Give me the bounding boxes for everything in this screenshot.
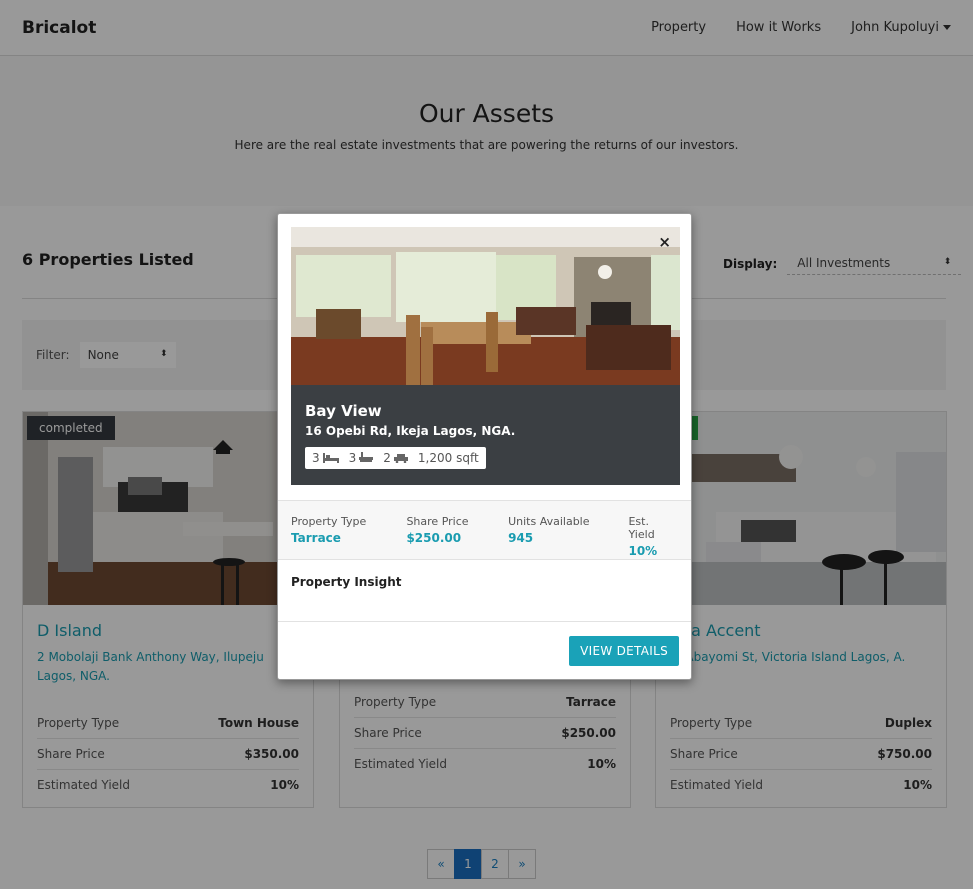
stat-label: Share Price bbox=[406, 515, 469, 528]
stat-value: 10% bbox=[628, 544, 658, 558]
stat-value: $250.00 bbox=[406, 531, 462, 545]
modal-info-panel: Bay View 16 Opebi Rd, Ikeja Lagos, NGA. … bbox=[291, 385, 680, 485]
view-details-button[interactable]: VIEW DETAILS bbox=[569, 636, 679, 666]
stat-property-type: Property Type Tarrace bbox=[291, 515, 406, 545]
bath-icon bbox=[359, 452, 374, 462]
baths-count: 3 bbox=[348, 451, 357, 465]
cars-feature: 2 bbox=[383, 451, 408, 465]
stat-share-price: Share Price $250.00 bbox=[406, 515, 508, 545]
modal-stats: Property Type Tarrace Share Price $250.00 … bbox=[278, 500, 691, 560]
stat-units-available: Units Available 945 bbox=[508, 515, 628, 545]
modal-footer: VIEW DETAILS bbox=[278, 621, 691, 679]
stat-label: Units Available bbox=[508, 515, 590, 528]
close-icon[interactable]: × bbox=[658, 233, 671, 251]
stat-label: Property Type bbox=[291, 515, 367, 528]
stat-value: Tarrace bbox=[291, 531, 341, 545]
bed-icon bbox=[322, 453, 339, 463]
stat-label: Est. Yield bbox=[628, 515, 655, 541]
property-insight-label: Property Insight bbox=[291, 575, 402, 589]
property-modal: × Bay View 16 Opebi Rd, Ikeja Lagos, NGA… bbox=[277, 213, 692, 680]
modal-property-image bbox=[291, 227, 680, 385]
cars-count: 2 bbox=[383, 451, 391, 465]
stat-value: 945 bbox=[508, 531, 534, 545]
stat-est-yield: Est. Yield 10% bbox=[628, 515, 678, 558]
baths-feature: 3 bbox=[349, 451, 374, 465]
modal-property-address: 16 Opebi Rd, Ikeja Lagos, NGA. bbox=[305, 424, 516, 438]
car-icon bbox=[393, 454, 408, 463]
beds-feature: 3 bbox=[312, 451, 339, 465]
property-features: 3 3 2 1,200 sqft bbox=[305, 447, 486, 469]
beds-count: 3 bbox=[312, 451, 320, 465]
area-feature: 1,200 sqft bbox=[417, 451, 479, 465]
modal-property-title: Bay View bbox=[305, 402, 382, 420]
